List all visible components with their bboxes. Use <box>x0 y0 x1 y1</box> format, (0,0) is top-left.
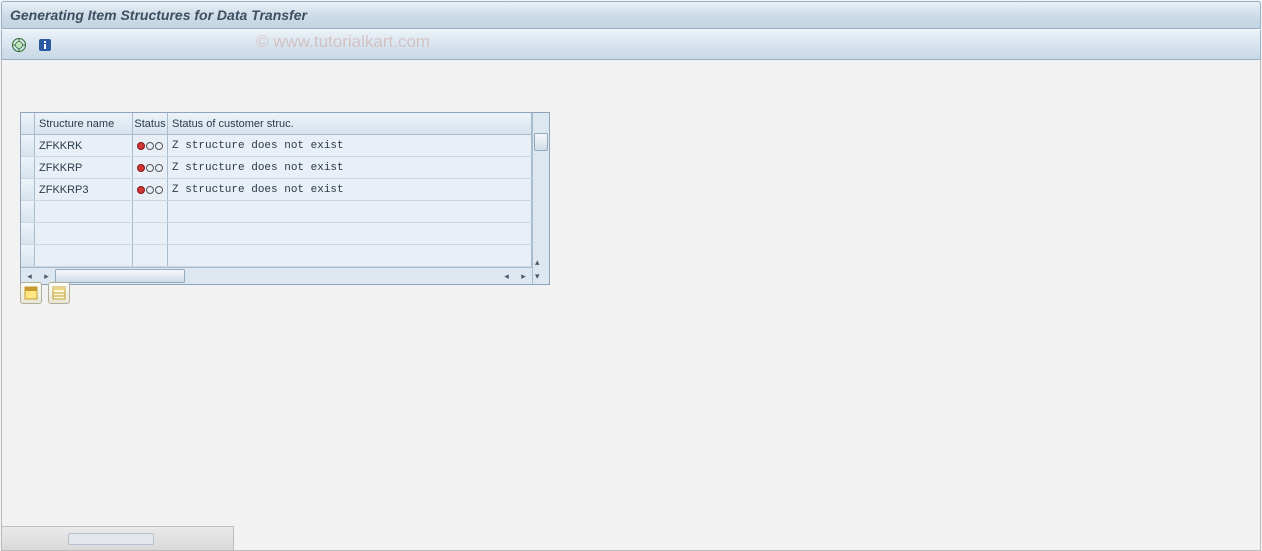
scroll-down-icon[interactable]: ▾ <box>535 271 540 282</box>
page-title: Generating Item Structures for Data Tran… <box>10 7 307 23</box>
table-corner[interactable] <box>21 113 35 134</box>
table-row-empty <box>21 223 532 245</box>
info-icon <box>38 38 52 52</box>
cell-structure-name[interactable]: ZFKKRK <box>35 135 133 156</box>
select-all-button[interactable] <box>20 282 42 304</box>
status-indicator <box>68 533 154 545</box>
title-bar: Generating Item Structures for Data Tran… <box>1 1 1261 29</box>
v-scroll-thumb[interactable] <box>534 133 548 151</box>
table-row: ZFKKRK Z structure does not exist <box>21 135 532 157</box>
execute-icon <box>11 37 27 53</box>
cell-status <box>133 179 168 200</box>
scroll-right-icon[interactable]: ◂ <box>498 268 515 284</box>
scroll-up-icon[interactable]: ▴ <box>535 257 540 268</box>
row-selector[interactable] <box>21 245 35 266</box>
cell-cust-status: Z structure does not exist <box>168 179 532 200</box>
traffic-light-icon <box>137 164 163 172</box>
table-header-row: Structure name Status Status of customer… <box>21 113 532 135</box>
table-toolbar <box>20 282 70 304</box>
deselect-all-button[interactable] <box>48 282 70 304</box>
cell-cust-status: Z structure does not exist <box>168 157 532 178</box>
table-row-empty <box>21 201 532 223</box>
row-selector[interactable] <box>21 201 35 222</box>
traffic-light-icon <box>137 142 163 150</box>
row-selector[interactable] <box>21 157 35 178</box>
cell-structure-name[interactable]: ZFKKRP <box>35 157 133 178</box>
scroll-right-end-icon[interactable]: ▸ <box>515 268 532 284</box>
deselect-all-icon <box>52 286 66 300</box>
col-header-name[interactable]: Structure name <box>35 113 133 134</box>
row-selector[interactable] <box>21 223 35 244</box>
traffic-light-icon <box>137 186 163 194</box>
col-header-cust-status[interactable]: Status of customer struc. <box>168 113 532 134</box>
main-canvas: Structure name Status Status of customer… <box>1 60 1261 551</box>
col-header-status[interactable]: Status <box>133 113 168 134</box>
table-row: ZFKKRP Z structure does not exist <box>21 157 532 179</box>
v-scrollbar[interactable]: ▴ ▾ <box>532 113 549 284</box>
app-toolbar <box>1 30 1261 60</box>
info-button[interactable] <box>34 34 56 56</box>
cell-cust-status: Z structure does not exist <box>168 135 532 156</box>
cell-status <box>133 157 168 178</box>
h-scrollbar[interactable]: ◂ ▸ ◂ ▸ <box>21 267 532 284</box>
select-all-icon <box>24 286 38 300</box>
h-scroll-thumb[interactable] <box>55 269 185 283</box>
table-row: ZFKKRP3 Z structure does not exist <box>21 179 532 201</box>
execute-button[interactable] <box>8 34 30 56</box>
row-selector[interactable] <box>21 179 35 200</box>
structure-table: Structure name Status Status of customer… <box>20 112 550 285</box>
row-selector[interactable] <box>21 135 35 156</box>
cell-status <box>133 135 168 156</box>
cell-structure-name[interactable]: ZFKKRP3 <box>35 179 133 200</box>
table-row-empty <box>21 245 532 267</box>
status-bar <box>2 526 234 550</box>
h-scroll-track[interactable] <box>55 268 498 284</box>
